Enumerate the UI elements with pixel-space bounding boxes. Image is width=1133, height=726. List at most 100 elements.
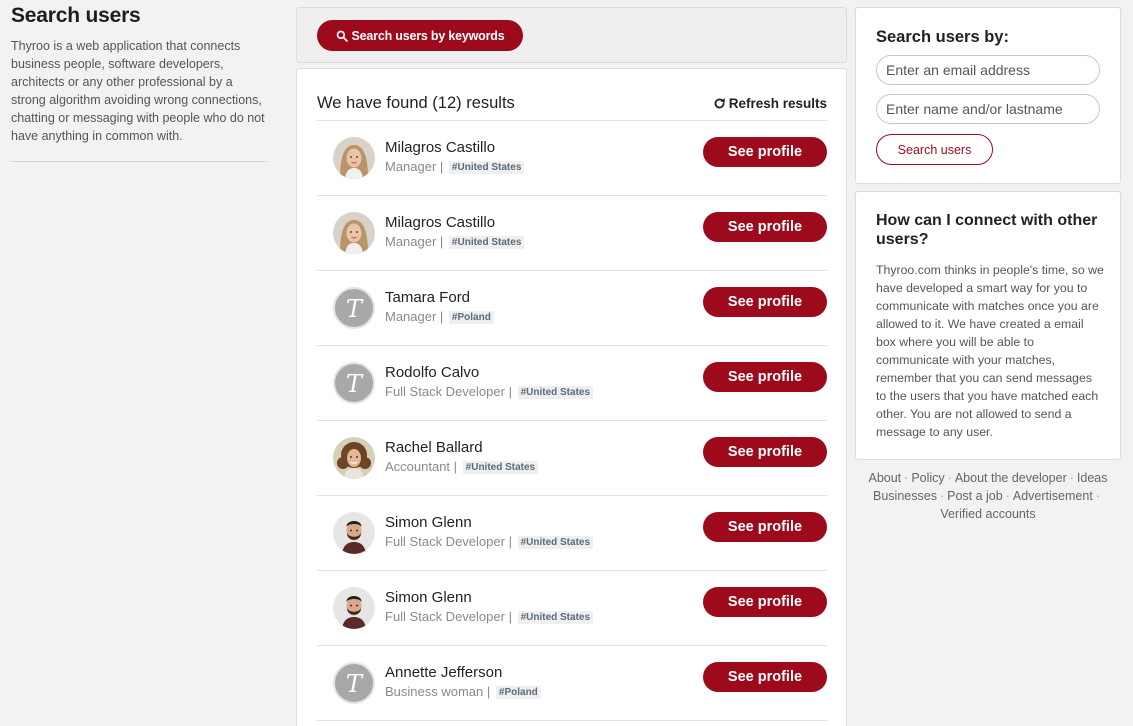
separator: ·	[1095, 489, 1100, 503]
footer-link-post-job[interactable]: Post a job	[947, 489, 1003, 503]
default-avatar[interactable]: T	[333, 287, 375, 329]
footer-link-advertisement[interactable]: Advertisement	[1013, 489, 1093, 503]
see-profile-button[interactable]: See profile	[703, 287, 827, 317]
footer-link-businesses[interactable]: Businesses	[873, 489, 937, 503]
avatar-initial: T	[345, 669, 362, 698]
user-result-row: Rachel Ballard Accountant | #United State…	[317, 421, 827, 496]
separator: ·	[939, 489, 945, 503]
user-result-row: Simon Glenn Full Stack Developer | #Unite…	[317, 496, 827, 571]
user-name[interactable]: Rachel Ballard	[385, 439, 483, 456]
separator: ·	[1069, 471, 1074, 485]
user-role: Manager	[385, 309, 437, 324]
search-users-button[interactable]: Search users	[876, 134, 993, 165]
separator: |	[504, 384, 516, 399]
footer-link-about-developer[interactable]: About the developer	[955, 471, 1067, 485]
user-meta: Business woman | #Poland	[385, 684, 541, 699]
user-role: Manager	[385, 159, 437, 174]
search-by-keywords-button[interactable]: Search users by keywords	[317, 20, 523, 51]
separator: ·	[947, 471, 952, 485]
avatar[interactable]	[333, 212, 375, 254]
avatar[interactable]	[333, 437, 375, 479]
user-role: Accountant	[385, 459, 451, 474]
help-body: Thyroo.com thinks in people's time, so w…	[876, 263, 1104, 439]
user-role: Full Stack Developer	[385, 609, 505, 624]
see-profile-button[interactable]: See profile	[703, 587, 827, 617]
user-result-row: T Annette Jefferson Business woman | #Pola…	[317, 646, 827, 721]
see-profile-button[interactable]: See profile	[703, 137, 827, 167]
search-by-title: Search users by:	[876, 28, 1009, 46]
country-tag[interactable]: #Poland	[448, 311, 494, 324]
separator: |	[436, 309, 447, 324]
results-card: We have found (12) results Refresh resul…	[296, 68, 847, 726]
help-card: How can I connect with other users? Thyr…	[855, 191, 1121, 460]
footer-link-about[interactable]: About	[868, 471, 901, 485]
email-field[interactable]	[876, 55, 1100, 85]
separator: |	[504, 609, 516, 624]
user-result-row: T Tamara Ford Manager | #Poland See profile	[317, 271, 827, 346]
user-name[interactable]: Milagros Castillo	[385, 214, 495, 231]
search-by-keywords-label: Search users by keywords	[351, 28, 505, 43]
user-name[interactable]: Simon Glenn	[385, 514, 472, 531]
user-name[interactable]: Milagros Castillo	[385, 139, 495, 156]
user-role: Full Stack Developer	[385, 384, 505, 399]
see-profile-button[interactable]: See profile	[703, 512, 827, 542]
avatar-initial: T	[345, 294, 362, 323]
help-title: How can I connect with other users?	[876, 212, 1098, 248]
intro-panel: Search users Thyroo is a web application…	[11, 4, 267, 162]
user-result-row: Simon Glenn Full Stack Developer | #Unite…	[317, 571, 827, 646]
country-tag[interactable]: #Poland	[495, 686, 541, 699]
default-avatar[interactable]: T	[333, 362, 375, 404]
user-name[interactable]: Rodolfo Calvo	[385, 364, 479, 381]
separator: |	[436, 234, 447, 249]
separator: ·	[904, 471, 909, 485]
keyword-search-card: Search users by keywords	[296, 7, 847, 63]
footer-links: About · Policy · About the developer · Ideas B…	[855, 469, 1121, 523]
avatar-initial: T	[345, 369, 362, 398]
page-title: Search users	[11, 4, 141, 27]
see-profile-button[interactable]: See profile	[703, 212, 827, 242]
footer-link-ideas[interactable]: Ideas	[1077, 471, 1108, 485]
results-count-title: We have found (12) results	[317, 94, 515, 112]
country-tag[interactable]: #United States	[448, 236, 525, 249]
search-icon	[336, 30, 348, 42]
avatar[interactable]	[333, 587, 375, 629]
results-header: We have found (12) results Refresh resul…	[317, 89, 827, 121]
divider	[11, 161, 267, 162]
country-tag[interactable]: #United States	[462, 461, 539, 474]
name-field[interactable]	[876, 94, 1100, 124]
country-tag[interactable]: #United States	[517, 536, 594, 549]
user-meta: Full Stack Developer | #United States	[385, 534, 594, 549]
separator: |	[504, 534, 516, 549]
separator: |	[436, 159, 447, 174]
refresh-results-label: Refresh results	[728, 96, 827, 111]
user-role: Manager	[385, 234, 437, 249]
user-meta: Manager | #Poland	[385, 309, 494, 324]
user-meta: Full Stack Developer | #United States	[385, 384, 594, 399]
see-profile-button[interactable]: See profile	[703, 437, 827, 467]
refresh-results-button[interactable]: Refresh results	[713, 96, 827, 111]
user-result-row: Milagros Castillo Manager | #United State…	[317, 121, 827, 196]
see-profile-button[interactable]: See profile	[703, 662, 827, 692]
intro-description: Thyroo is a web application that connect…	[11, 39, 265, 143]
user-name[interactable]: Simon Glenn	[385, 589, 472, 606]
footer-link-verified-accounts[interactable]: Verified accounts	[940, 507, 1035, 521]
user-name[interactable]: Tamara Ford	[385, 289, 470, 306]
user-result-row: Milagros Castillo Manager | #United State…	[317, 196, 827, 271]
country-tag[interactable]: #United States	[517, 386, 594, 399]
separator: ·	[1005, 489, 1010, 503]
separator: |	[483, 684, 494, 699]
country-tag[interactable]: #United States	[448, 161, 525, 174]
avatar[interactable]	[333, 512, 375, 554]
user-result-row: T Rodolfo Calvo Full Stack Developer | #Un…	[317, 346, 827, 421]
country-tag[interactable]: #United States	[517, 611, 594, 624]
avatar[interactable]	[333, 137, 375, 179]
default-avatar[interactable]: T	[333, 662, 375, 704]
user-meta: Manager | #United States	[385, 159, 525, 174]
see-profile-button[interactable]: See profile	[703, 362, 827, 392]
user-meta: Manager | #United States	[385, 234, 525, 249]
search-by-card: Search users by: Search users	[855, 7, 1121, 184]
refresh-icon	[714, 98, 725, 109]
footer-link-policy[interactable]: Policy	[911, 471, 944, 485]
user-name[interactable]: Annette Jefferson	[385, 664, 502, 681]
user-meta: Accountant | #United States	[385, 459, 539, 474]
